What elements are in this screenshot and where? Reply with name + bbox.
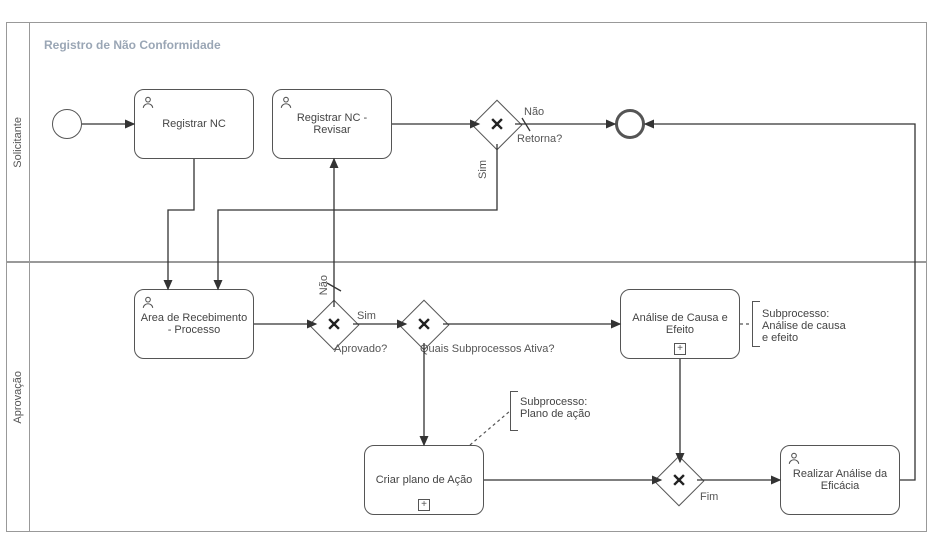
gateway-aprovado-no: Não [318, 275, 330, 295]
task-criar-plano: Criar plano de Ação + [364, 445, 484, 515]
lane-label-aprovacao-text: Aprovação [12, 371, 24, 424]
task-realizar-eficacia-label: Realizar Análise da Eficácia [785, 468, 895, 492]
subprocess-marker-icon: + [674, 343, 686, 355]
annotation-causa-text: Subprocesso: Análise de causa e efeito [762, 308, 852, 344]
task-criar-plano-label: Criar plano de Ação [376, 474, 473, 486]
gateway-retorna-no: Não [524, 106, 544, 118]
gateway-fim-label: Fim [700, 491, 718, 503]
gateway-quais-sub-label: Quais Subprocessos Ativa? [420, 343, 555, 355]
gateway-aprovado-yes: Sim [357, 310, 376, 322]
annotation-bracket-plano [510, 391, 518, 431]
task-registrar-nc-revisar-label: Registrar NC - Revisar [277, 112, 387, 136]
user-icon [141, 295, 155, 312]
lane-label-solicitante: Solicitante [6, 22, 30, 262]
pool-title: Registro de Não Conformidade [44, 38, 221, 52]
task-area-recebimento-label: Area de Recebimento - Processo [139, 312, 249, 336]
gateway-retorna-label: Retorna? [517, 133, 562, 145]
task-registrar-nc: Registrar NC [134, 89, 254, 159]
user-icon [279, 95, 293, 112]
task-analise-causa: Análise de Causa e Efeito + [620, 289, 740, 359]
user-icon [141, 95, 155, 112]
gateway-aprovado-label: Aprovado? [334, 343, 387, 355]
task-area-recebimento: Area de Recebimento - Processo [134, 289, 254, 359]
start-event [52, 109, 82, 139]
end-event [615, 109, 645, 139]
subprocess-marker-icon: + [418, 499, 430, 511]
user-icon [787, 451, 801, 468]
annotation-bracket-causa [752, 301, 760, 347]
task-analise-causa-label: Análise de Causa e Efeito [625, 312, 735, 336]
lane-label-solicitante-text: Solicitante [12, 117, 24, 168]
bpmn-diagram: Solicitante Aprovação Registro de Não Co… [0, 0, 934, 539]
task-registrar-nc-revisar: Registrar NC - Revisar [272, 89, 392, 159]
gateway-retorna-yes: Sim [477, 160, 489, 179]
annotation-plano-text: Subprocesso: Plano de ação [520, 396, 610, 420]
task-realizar-eficacia: Realizar Análise da Eficácia [780, 445, 900, 515]
lane-label-aprovacao: Aprovação [6, 262, 30, 532]
task-registrar-nc-label: Registrar NC [162, 118, 226, 130]
